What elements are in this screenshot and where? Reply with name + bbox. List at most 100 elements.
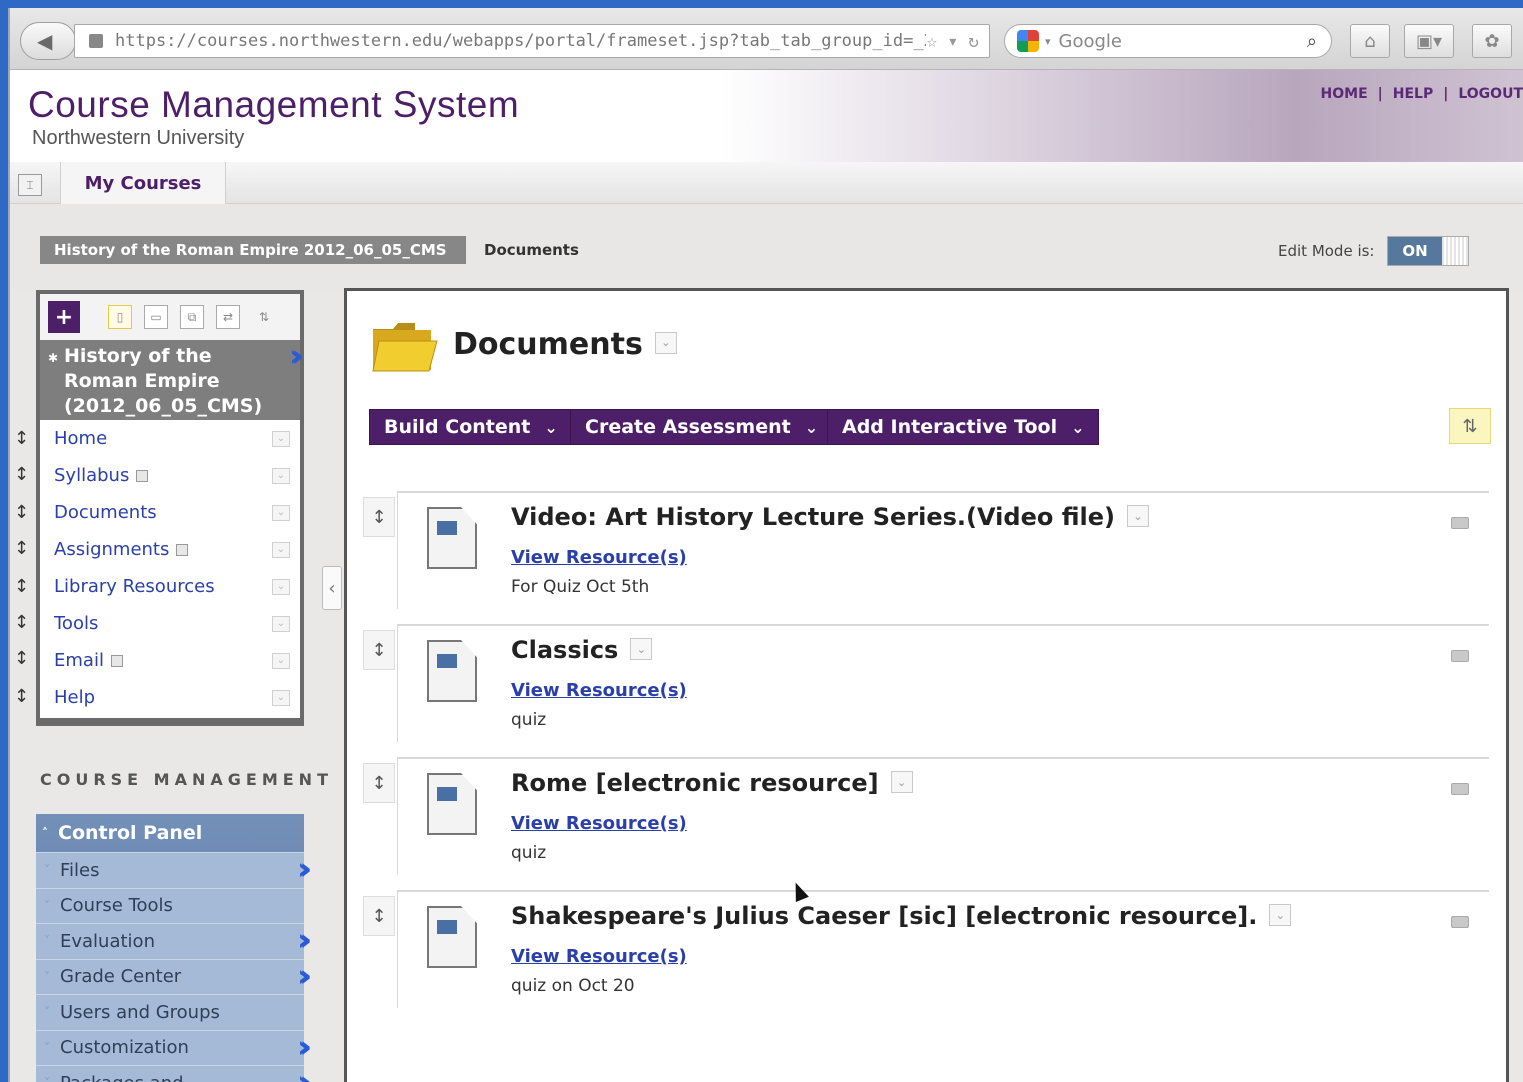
course-menu-item-home[interactable]: Home ⌄ bbox=[40, 420, 300, 457]
star-icon[interactable]: ☆ bbox=[926, 31, 937, 52]
double-chevron-icon[interactable]: ›› bbox=[297, 961, 311, 992]
double-chevron-icon[interactable]: ›› bbox=[297, 926, 311, 956]
course-menu-item-documents[interactable]: Documents ⌄ bbox=[40, 494, 300, 531]
reorder-icon[interactable]: ⇅ bbox=[252, 305, 276, 329]
search-icon[interactable]: ⌕ bbox=[1307, 31, 1317, 52]
reload-icon[interactable]: ↻ bbox=[968, 31, 979, 52]
item-options-icon[interactable]: ⌄ bbox=[272, 430, 290, 447]
address-bar[interactable]: https://courses.northwestern.edu/webapps… bbox=[74, 24, 990, 58]
addon-icon: ✿ bbox=[1484, 30, 1500, 52]
folder-view-icon[interactable]: ▯ bbox=[108, 305, 132, 329]
control-panel-grade-center[interactable]: ˅ Grade Center ›› bbox=[36, 958, 311, 995]
home-button[interactable]: ⌂ bbox=[1350, 24, 1390, 58]
expand-caret-icon: ˅ bbox=[44, 1005, 50, 1020]
drag-handle-icon[interactable]: ↕ bbox=[14, 538, 29, 559]
double-chevron-icon[interactable]: ›› bbox=[297, 1068, 311, 1082]
course-menu-title[interactable]: ✱ History of the Roman Empire (2012_06_0… bbox=[40, 340, 303, 420]
drag-handle-icon[interactable]: ↕ bbox=[14, 464, 29, 485]
reorder-button[interactable]: ⇅ bbox=[1449, 408, 1491, 444]
options-chevron-icon[interactable]: ⌄ bbox=[630, 638, 653, 660]
options-chevron-icon[interactable]: ⌄ bbox=[890, 771, 913, 793]
drag-handle-icon[interactable]: ↕ bbox=[14, 576, 29, 597]
double-chevron-icon[interactable]: ›› bbox=[297, 1032, 311, 1063]
course-menu-item-library-resources[interactable]: Library Resources ⌄ bbox=[40, 568, 300, 605]
control-panel-evaluation[interactable]: ˅ Evaluation ›› bbox=[36, 923, 311, 959]
collapse-item-icon[interactable] bbox=[1451, 517, 1469, 529]
item-options-icon[interactable]: ⌄ bbox=[272, 652, 290, 669]
course-menu-item-email[interactable]: Email ⌄ bbox=[40, 642, 300, 679]
divider bbox=[397, 890, 1489, 892]
collapse-item-icon[interactable] bbox=[1451, 783, 1469, 795]
double-chevron-icon[interactable]: ›› bbox=[297, 855, 311, 885]
add-interactive-tool-button[interactable]: Add Interactive Tool ⌄ bbox=[827, 409, 1100, 445]
item-title[interactable]: Rome [electronic resource] ⌄ bbox=[511, 769, 913, 797]
item-options-icon[interactable]: ⌄ bbox=[272, 504, 290, 521]
item-options-icon[interactable]: ⌄ bbox=[272, 541, 290, 558]
course-menu-item-tools[interactable]: Tools ⌄ bbox=[40, 605, 300, 642]
control-panel-packages[interactable]: ˅ Packages and ›› bbox=[36, 1065, 311, 1082]
tab-my-courses[interactable]: My Courses bbox=[60, 162, 226, 204]
control-panel-header[interactable]: ˄ Control Panel bbox=[36, 814, 304, 852]
refresh-icon[interactable]: ⇄ bbox=[216, 305, 240, 329]
edit-mode-toggle[interactable]: ON bbox=[1387, 236, 1469, 266]
page-title-text: Documents bbox=[453, 327, 643, 362]
item-options-icon[interactable]: ⌄ bbox=[272, 689, 290, 706]
view-resources-link[interactable]: View Resource(s) bbox=[511, 547, 687, 568]
control-panel-customization[interactable]: ˅ Customization ›› bbox=[36, 1029, 311, 1066]
course-menu-item-syllabus[interactable]: Syllabus ⌄ bbox=[40, 457, 300, 494]
breadcrumb-course[interactable]: History of the Roman Empire 2012_06_05_C… bbox=[40, 236, 466, 264]
drag-handle-icon[interactable]: ↕ bbox=[14, 502, 29, 523]
tab-settings-icon[interactable]: ⌶ bbox=[18, 174, 42, 196]
drag-handle-icon[interactable]: ↕ bbox=[363, 763, 395, 803]
item-title[interactable]: Classics ⌄ bbox=[511, 636, 653, 664]
control-panel-course-tools[interactable]: ˅ Course Tools bbox=[36, 887, 304, 924]
drag-handle-icon[interactable]: ↕ bbox=[363, 896, 395, 936]
bookmarks-button[interactable]: ▣▾ bbox=[1404, 24, 1454, 58]
drag-handle-icon[interactable]: ↕ bbox=[14, 686, 29, 707]
search-box[interactable]: ▾ Google ⌕ bbox=[1004, 24, 1332, 58]
site-subtitle: Northwestern University bbox=[32, 127, 245, 149]
item-options-icon[interactable]: ⌄ bbox=[272, 578, 290, 595]
create-assessment-button[interactable]: Create Assessment ⌄ bbox=[570, 409, 834, 445]
build-content-button[interactable]: Build Content ⌄ bbox=[369, 409, 573, 445]
control-panel: ˄ Control Panel ˅ Files ›› ˅ Course Tools ˅ E… bbox=[36, 814, 311, 1082]
view-resources-link[interactable]: View Resource(s) bbox=[511, 813, 687, 834]
item-title[interactable]: Video: Art History Lecture Series.(Video… bbox=[511, 503, 1149, 531]
item-options-icon[interactable]: ⌄ bbox=[272, 615, 290, 632]
drag-handle-icon[interactable]: ↕ bbox=[363, 497, 395, 537]
options-chevron-icon[interactable]: ⌄ bbox=[1126, 505, 1149, 527]
engine-dropdown-icon[interactable]: ▾ bbox=[1045, 35, 1051, 48]
drag-handle-icon[interactable]: ↕ bbox=[14, 648, 29, 669]
options-chevron-icon[interactable]: ⌄ bbox=[1269, 904, 1292, 926]
view-resources-link[interactable]: View Resource(s) bbox=[511, 946, 687, 967]
dropdown-icon[interactable]: ▾ bbox=[947, 31, 958, 52]
expand-caret-icon: ˅ bbox=[44, 1076, 50, 1082]
collapse-menu-button[interactable]: ‹ bbox=[322, 566, 342, 610]
control-panel-row-label: Packages and bbox=[60, 1073, 184, 1082]
collapse-item-icon[interactable] bbox=[1451, 650, 1469, 662]
double-chevron-icon[interactable]: ›› bbox=[289, 342, 303, 372]
course-menu-item-assignments[interactable]: Assignments ⌄ bbox=[40, 531, 300, 568]
options-chevron-icon[interactable]: ⌄ bbox=[654, 331, 677, 354]
home-link[interactable]: HOME bbox=[1321, 86, 1368, 102]
drag-handle-icon[interactable]: ↕ bbox=[14, 612, 29, 633]
back-button[interactable]: ◀ bbox=[20, 22, 76, 60]
control-panel-users-groups[interactable]: ˅ Users and Groups bbox=[36, 994, 304, 1030]
drag-handle-icon[interactable]: ↕ bbox=[363, 630, 395, 670]
add-menu-item-button[interactable]: + bbox=[48, 301, 80, 333]
collapse-item-icon[interactable] bbox=[1451, 916, 1469, 928]
help-link[interactable]: HELP bbox=[1393, 86, 1433, 102]
course-title-line: (2012_06_05_CMS) bbox=[64, 395, 263, 417]
logout-link[interactable]: LOGOUT bbox=[1458, 86, 1523, 102]
new-window-icon[interactable]: ⧉ bbox=[180, 305, 204, 329]
list-view-icon[interactable]: ▭ bbox=[144, 305, 168, 329]
course-management-title: COURSE MANAGEMENT bbox=[40, 770, 333, 789]
control-panel-files[interactable]: ˅ Files ›› bbox=[36, 852, 311, 888]
addon-button[interactable]: ✿ bbox=[1472, 24, 1512, 58]
item-title[interactable]: Shakespeare's Julius Caeser [sic] [elect… bbox=[511, 902, 1292, 930]
course-menu-item-help[interactable]: Help ⌄ bbox=[40, 679, 300, 716]
item-options-icon[interactable]: ⌄ bbox=[272, 467, 290, 484]
breadcrumb-page: Documents bbox=[484, 241, 579, 259]
drag-handle-icon[interactable]: ↕ bbox=[14, 428, 29, 449]
view-resources-link[interactable]: View Resource(s) bbox=[511, 680, 687, 701]
